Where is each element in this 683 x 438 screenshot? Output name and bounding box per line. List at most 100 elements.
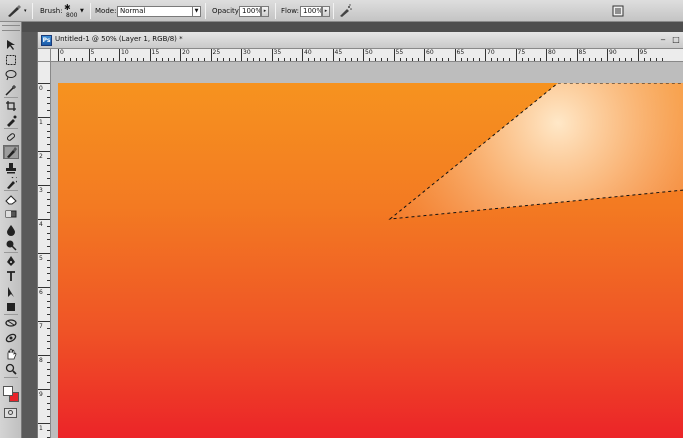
quick-mask-button[interactable] [4, 408, 17, 418]
tools-grip[interactable] [2, 25, 20, 31]
path-selection-tool-icon [8, 287, 14, 297]
ruler-label: 5 [39, 255, 43, 262]
brush-tool-button[interactable] [3, 145, 19, 159]
brush-tool-icon [7, 147, 17, 158]
move-tool-button[interactable] [3, 38, 19, 52]
ruler-minor-tick [47, 334, 50, 336]
ruler-minor-tick [47, 205, 50, 207]
ruler-minor-tick [112, 58, 114, 61]
blur-tool-button[interactable] [3, 223, 19, 237]
ruler-minor-tick [503, 58, 505, 61]
vertical-ruler[interactable]: 0 1 2 3 4 5 6 7 8 9 1 [38, 62, 51, 438]
ruler-minor-tick [411, 58, 413, 61]
ruler-minor-tick [338, 58, 340, 61]
tool-divider [4, 97, 18, 98]
3d-rotate-tool-button[interactable] [3, 316, 19, 330]
gradient-tool-button[interactable] [3, 207, 19, 221]
ruler-minor-tick [94, 58, 96, 61]
ruler-tick [210, 49, 212, 61]
healing-brush-tool-icon [6, 133, 16, 141]
ruler-minor-tick [64, 58, 66, 61]
lasso-tool-button[interactable] [3, 68, 19, 82]
ruler-minor-tick [283, 58, 285, 61]
dodge-tool-button[interactable] [3, 238, 19, 252]
3d-orbit-tool-icon [5, 333, 17, 343]
palette-toggle-button[interactable] [612, 0, 624, 22]
opacity-field[interactable]: 100% ▸ [239, 0, 269, 22]
opacity-slider-arrow[interactable]: ▸ [261, 5, 269, 17]
quick-mask-icon [8, 410, 13, 415]
ruler-minor-tick [234, 58, 236, 61]
eyedropper-tool-button[interactable] [3, 114, 19, 128]
flow-field[interactable]: 100% ▸ [300, 0, 330, 22]
path-selection-tool-button[interactable] [3, 285, 19, 299]
canvas[interactable] [58, 83, 683, 438]
ruler-minor-tick [564, 58, 566, 61]
ruler-minor-tick [625, 58, 627, 61]
hand-tool-button[interactable] [3, 347, 19, 361]
palette-toggle-icon [612, 5, 624, 17]
ruler-minor-tick [613, 58, 615, 61]
ruler-minor-tick [47, 402, 50, 404]
ruler-minor-tick [47, 395, 50, 397]
ruler-minor-tick [442, 58, 444, 61]
type-tool-button[interactable] [3, 269, 19, 283]
opacity-value[interactable]: 100% [239, 5, 261, 17]
crop-tool-button[interactable] [3, 99, 19, 113]
flow-value[interactable]: 100% [300, 5, 322, 17]
healing-brush-tool-button[interactable] [3, 130, 19, 144]
minimize-button[interactable]: ‒ [658, 35, 668, 45]
document-icon: Ps [41, 35, 52, 46]
brush-picker-dropdown[interactable]: ▼ [80, 0, 84, 22]
ruler-minor-tick [47, 164, 50, 166]
ruler-minor-tick [582, 58, 584, 61]
horizontal-ruler[interactable]: 0 5 10 15 20 25 30 35 40 45 50 55 60 65 70 75 80 85 90 95 [51, 49, 683, 62]
tool-divider [4, 128, 18, 129]
ruler-minor-tick [356, 58, 358, 61]
ruler-tick [88, 49, 90, 61]
marquee-tool-button[interactable] [3, 53, 19, 67]
ruler-minor-tick [161, 58, 163, 61]
shape-tool-button[interactable] [3, 300, 19, 314]
ruler-minor-tick [47, 307, 50, 309]
move-tool-icon [7, 40, 15, 50]
ruler-minor-tick [399, 58, 401, 61]
foreground-color-swatch[interactable] [3, 386, 13, 396]
hand-tool-icon [7, 348, 17, 360]
flow-slider-arrow[interactable]: ▸ [322, 5, 330, 17]
chevron-down-icon: ▼ [80, 8, 84, 14]
document-tab[interactable]: Ps Untitled-1 @ 50% (Layer 1, RGB/8) * ‒… [38, 32, 683, 49]
ruler-minor-tick [47, 103, 50, 105]
ruler-minor-tick [204, 58, 206, 61]
mode-select[interactable]: Normal ▼ [117, 0, 201, 22]
ruler-label: 75 [517, 49, 526, 56]
pen-tool-button[interactable] [3, 254, 19, 268]
ruler-tick [241, 49, 242, 61]
ruler-minor-tick [47, 368, 50, 370]
ruler-tick [271, 49, 273, 61]
marquee-tool-icon [6, 55, 16, 65]
restore-button[interactable]: □ [671, 35, 681, 45]
ruler-origin[interactable] [38, 49, 51, 62]
ruler-label: 80 [548, 49, 556, 56]
ruler-tick [302, 49, 303, 61]
eraser-tool-button[interactable] [3, 192, 19, 206]
ruler-minor-tick [369, 58, 371, 61]
history-brush-tool-button[interactable] [3, 176, 19, 190]
3d-orbit-tool-button[interactable] [3, 331, 19, 345]
ruler-minor-tick [521, 58, 523, 61]
brush-tool-preset-icon[interactable]: ▾ [6, 0, 27, 22]
ruler-tick [393, 49, 395, 61]
ruler-minor-tick [643, 58, 645, 61]
ruler-minor-tick [173, 58, 175, 61]
magic-wand-tool-button[interactable] [3, 83, 19, 97]
ruler-label: 85 [578, 49, 587, 56]
airbrush-button[interactable] [338, 0, 352, 22]
ruler-tick [424, 49, 425, 61]
tool-divider [4, 190, 18, 191]
clone-stamp-tool-button[interactable] [3, 161, 19, 175]
zoom-tool-button[interactable] [3, 362, 19, 376]
ruler-minor-tick [47, 348, 50, 350]
ruler-tick [637, 49, 639, 61]
ruler-minor-tick [533, 58, 535, 61]
